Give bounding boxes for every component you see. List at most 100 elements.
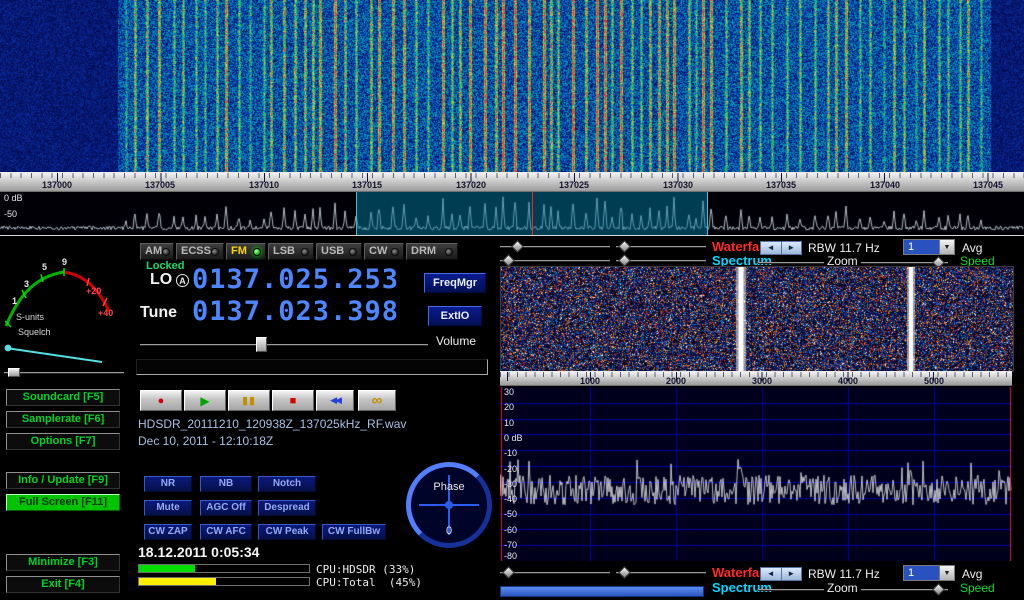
mode-drm-led xyxy=(445,248,453,256)
volume-slider-handle[interactable] xyxy=(256,337,267,352)
shift-spinner-bottom[interactable]: ◄ ► xyxy=(760,567,802,581)
smeter-tick-9: 9 xyxy=(62,257,67,267)
freq-tick-label: 137045 xyxy=(973,180,1003,190)
stop-button[interactable]: ■ xyxy=(272,390,314,411)
main-frequency-ruler[interactable]: 137000 137005 137010 137015 137020 13702… xyxy=(0,172,1024,192)
soundcard-button[interactable]: Soundcard [F5] xyxy=(6,389,120,406)
waterfall-tab-bottom[interactable]: Waterfall xyxy=(712,565,766,580)
sp-brightness-track[interactable] xyxy=(500,260,610,262)
mute-button[interactable]: Mute xyxy=(144,500,192,516)
fullscreen-button[interactable]: Full Screen [F11] xyxy=(6,494,120,511)
mode-am-label: AM xyxy=(145,244,162,259)
smeter-tick-20: +20 xyxy=(86,286,101,296)
minimize-button[interactable]: Minimize [F3] xyxy=(6,554,120,571)
main-waterfall-display[interactable] xyxy=(0,0,1024,172)
nb-button[interactable]: NB xyxy=(200,476,252,492)
freqmgr-button[interactable]: FreqMgr xyxy=(424,273,486,293)
volume-label: Volume xyxy=(436,334,476,348)
speed-select-bottom[interactable]: 1 ▼ xyxy=(903,565,955,581)
mode-cw-led xyxy=(391,248,399,256)
audio-freq-label: 4000 xyxy=(838,376,858,386)
tune-marker-line xyxy=(532,192,533,235)
cw-fullbw-button[interactable]: CW FullBw xyxy=(322,524,386,540)
agc-off-button[interactable]: AGC Off xyxy=(200,500,252,516)
freq-tick-label: 137020 xyxy=(456,180,486,190)
cpu-hdsdr-fill xyxy=(139,565,195,572)
wf2-brightness-handle[interactable] xyxy=(502,566,515,579)
mode-fm-button[interactable]: FM xyxy=(226,243,266,260)
right-arrow-icon[interactable]: ► xyxy=(782,242,802,254)
left-arrow-icon[interactable]: ◄ xyxy=(761,568,782,580)
wf-contrast-handle[interactable] xyxy=(618,240,631,253)
s-meter[interactable]: 1 3 5 9 +20 +40 S-units Squelch xyxy=(2,238,128,366)
mode-ecss-button[interactable]: ECSS xyxy=(176,243,224,260)
dropdown-arrow-icon[interactable]: ▼ xyxy=(939,240,954,254)
wf2-contrast-handle[interactable] xyxy=(618,566,631,579)
mode-drm-button[interactable]: DRM xyxy=(406,243,458,260)
exit-button[interactable]: Exit [F4] xyxy=(6,576,120,593)
speed-select[interactable]: 1 ▼ xyxy=(903,239,955,255)
pause-button[interactable]: ▮▮ xyxy=(228,390,270,411)
freq-tick-label: 137000 xyxy=(42,180,72,190)
spectrum-scrollbar[interactable] xyxy=(500,586,704,597)
db-label: 30 xyxy=(504,387,514,397)
smeter-needle xyxy=(6,348,102,362)
despread-button[interactable]: Despread xyxy=(258,500,316,516)
sp-contrast-handle[interactable] xyxy=(618,254,631,267)
db-label: -70 xyxy=(504,540,517,550)
extio-button[interactable]: ExtIO xyxy=(428,306,482,326)
record-button[interactable]: ● xyxy=(140,390,182,411)
cw-zap-button[interactable]: CW ZAP xyxy=(144,524,192,540)
squelch-slider-track[interactable] xyxy=(4,372,124,374)
play-button[interactable]: ▶ xyxy=(184,390,226,411)
db-label: -50 xyxy=(504,509,517,519)
mode-am-button[interactable]: AM xyxy=(140,243,174,260)
loop-button[interactable]: ∞ xyxy=(358,390,396,411)
squelch-slider-handle[interactable] xyxy=(8,368,20,377)
audio-spectrum-display[interactable]: 30 20 10 0 dB -10 -20 -30 -40 -50 -60 -7… xyxy=(500,387,1012,561)
mode-ecss-label: ECSS xyxy=(181,244,211,259)
avg-label: Avg xyxy=(962,241,982,255)
smeter-tick-1: 1 xyxy=(12,296,17,306)
rbw-label-bottom: RBW 11.7 Hz xyxy=(808,567,880,581)
options-button[interactable]: Options [F7] xyxy=(6,433,120,450)
mode-usb-label: USB xyxy=(321,244,344,259)
audio-freq-label: 5000 xyxy=(924,376,944,386)
cpu-total-fill xyxy=(139,578,216,585)
samplerate-button[interactable]: Samplerate [F6] xyxy=(6,411,120,428)
spectrum-tab-bottom[interactable]: Spectrum xyxy=(712,580,772,595)
audio-frequency-ruler[interactable]: 1000 2000 3000 4000 5000 xyxy=(500,371,1012,386)
waterfall-tab[interactable]: Waterfall xyxy=(712,239,766,254)
lo-lock-badge[interactable]: A xyxy=(176,274,189,287)
db-scale-top: 0 dB xyxy=(4,193,23,203)
app-root: 137000 137005 137010 137015 137020 13702… xyxy=(0,0,1024,600)
db-scale-mid: -50 xyxy=(4,209,17,219)
cw-peak-button[interactable]: CW Peak xyxy=(258,524,316,540)
lo-frequency-display[interactable]: 0137.025.253 xyxy=(192,266,399,293)
db-label: -40 xyxy=(504,494,517,504)
mode-lsb-button[interactable]: LSB xyxy=(268,243,314,260)
rewind-button[interactable]: ◀◀ xyxy=(316,390,354,411)
tune-frequency-display[interactable]: 0137.023.398 xyxy=(192,298,399,325)
zoom-slider-handle-bottom[interactable] xyxy=(932,583,945,596)
db-label: -80 xyxy=(504,551,517,561)
smeter-tick-3: 3 xyxy=(24,279,29,289)
wf2-brightness-track[interactable] xyxy=(500,572,610,574)
nr-button[interactable]: NR xyxy=(144,476,192,492)
cw-afc-button[interactable]: CW AFC xyxy=(200,524,252,540)
sp-brightness-handle[interactable] xyxy=(502,254,515,267)
info-update-button[interactable]: Info / Update [F9] xyxy=(6,472,120,489)
wf-brightness-handle[interactable] xyxy=(511,240,524,253)
mode-usb-button[interactable]: USB xyxy=(316,243,362,260)
zoom-label-bottom: Zoom xyxy=(824,581,861,595)
rbw-label: RBW 11.7 Hz xyxy=(808,241,880,255)
tuning-bar[interactable] xyxy=(136,359,488,375)
smeter-needle-tip xyxy=(5,345,12,352)
mode-cw-button[interactable]: CW xyxy=(364,243,404,260)
notch-button[interactable]: Notch xyxy=(258,476,316,492)
audio-waterfall-display[interactable] xyxy=(500,266,1014,372)
dropdown-arrow-icon[interactable]: ▼ xyxy=(939,566,954,580)
volume-slider-track[interactable] xyxy=(140,344,428,346)
right-arrow-icon[interactable]: ► xyxy=(782,568,802,580)
overview-spectrum[interactable]: 0 dB -50 xyxy=(0,192,1024,235)
